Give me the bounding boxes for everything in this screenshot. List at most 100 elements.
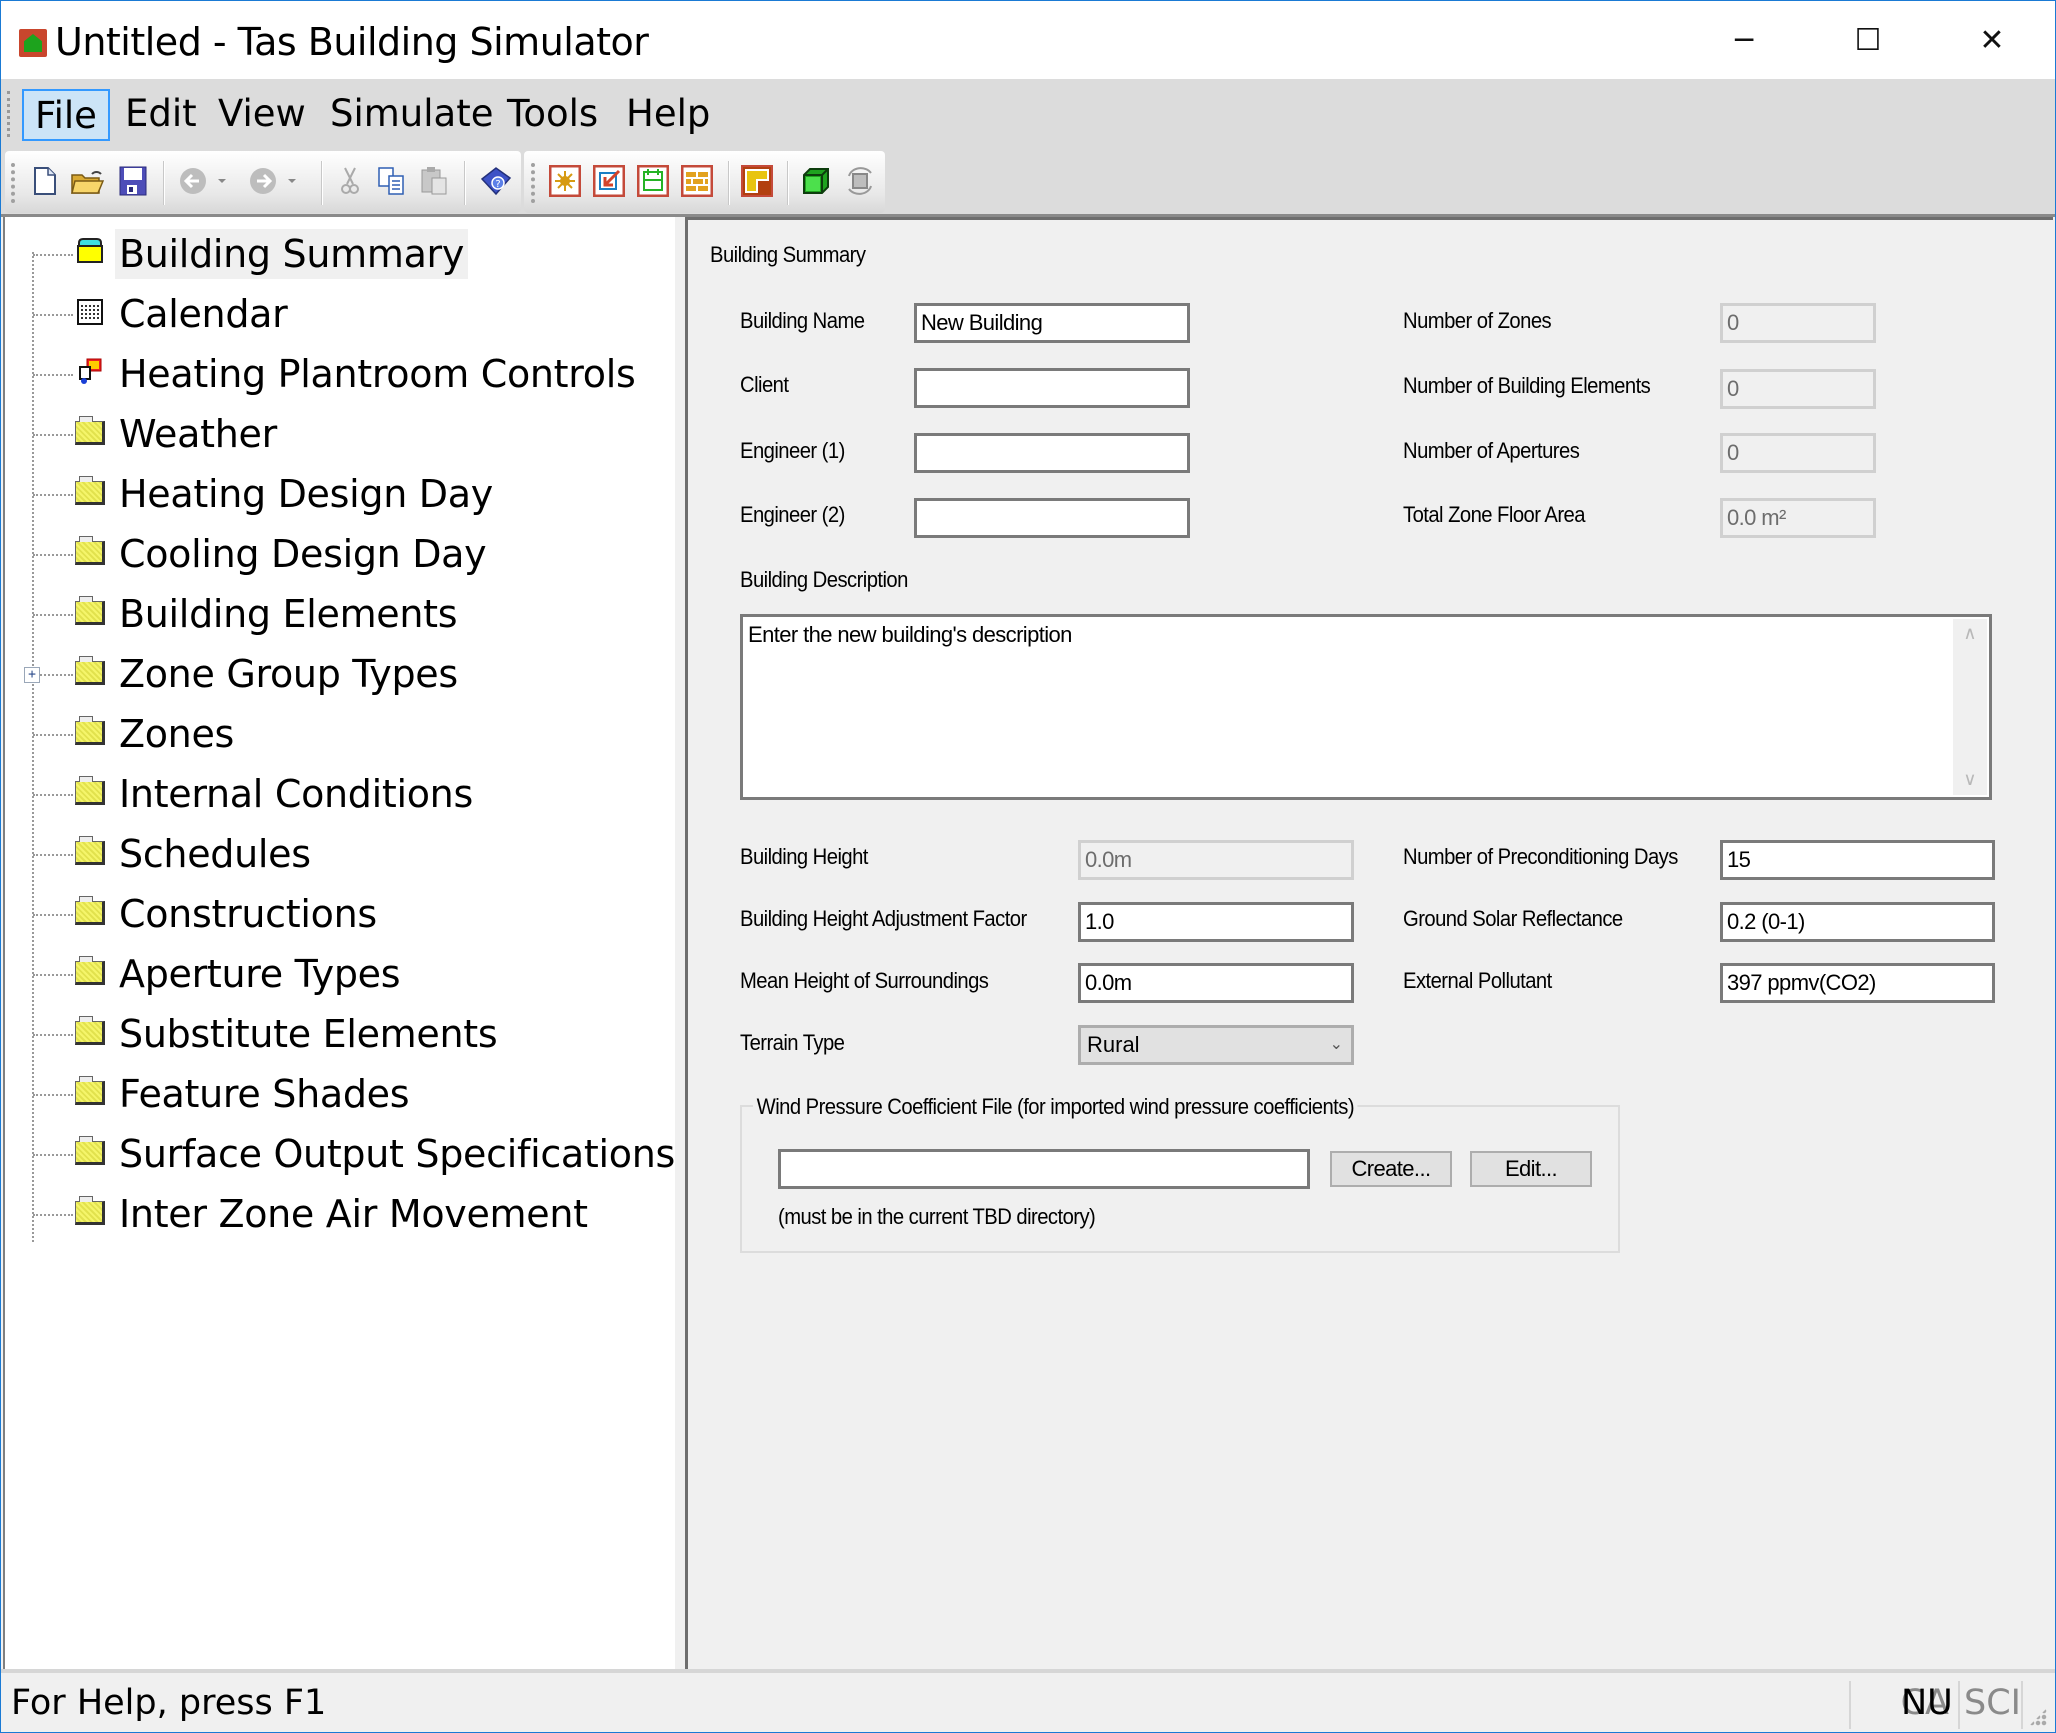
tree-item[interactable]: Building Elements — [5, 589, 665, 639]
save-button[interactable] — [114, 162, 152, 200]
tree-item-label: Heating Design Day — [119, 472, 493, 516]
chevron-down-icon: ⌄ — [1329, 1036, 1343, 1053]
scroll-lock-indicator: SCI — [1964, 1683, 2021, 1723]
menu-tools[interactable]: Tools — [496, 89, 609, 141]
folder-shape — [75, 776, 105, 805]
open-button[interactable] — [68, 162, 106, 200]
menu-help[interactable]: Help — [615, 89, 721, 141]
tree-item[interactable]: Surface Output Specifications — [5, 1129, 675, 1179]
cut-icon — [341, 167, 359, 194]
tree-item-label: Zone Group Types — [119, 652, 458, 696]
tree-item-label: Heating Plantroom Controls — [119, 352, 636, 396]
cut-button[interactable] — [331, 162, 369, 200]
tree-item[interactable]: Internal Conditions — [5, 769, 665, 819]
calendar-icon — [75, 297, 105, 327]
tree-item[interactable]: Aperture Types — [5, 949, 665, 999]
copy-button[interactable] — [373, 162, 411, 200]
menu-edit[interactable]: Edit — [114, 89, 208, 141]
resize-grip-icon[interactable] — [2029, 1708, 2047, 1726]
num-apertures-label: Number of Apertures — [1403, 438, 1580, 463]
toolbar-grip[interactable] — [531, 163, 539, 203]
app-icon — [19, 29, 47, 57]
tree-item[interactable]: Calendar — [5, 289, 665, 339]
constructions-icon — [681, 165, 713, 197]
new-file-button[interactable] — [26, 162, 64, 200]
description-text: Enter the new building's description — [748, 622, 1072, 647]
weather-button[interactable] — [546, 162, 584, 200]
engineer2-input[interactable] — [914, 498, 1190, 538]
ground-reflectance-input[interactable]: 0.2 (0-1) — [1720, 902, 1995, 942]
description-scrollbar[interactable]: ∧ ∨ — [1953, 619, 1987, 795]
menu-file[interactable]: File — [22, 89, 110, 141]
close-button[interactable]: ✕ — [1937, 11, 2047, 69]
tree-item[interactable]: Feature Shades — [5, 1069, 665, 1119]
wind-pressure-file-input[interactable] — [778, 1149, 1310, 1189]
paste-button[interactable] — [415, 162, 453, 200]
engineer1-label: Engineer (1) — [740, 438, 845, 463]
forward-button[interactable] — [247, 162, 305, 200]
menu-grip[interactable] — [7, 91, 14, 137]
external-pollutant-input[interactable]: 397 ppmv(CO2) — [1720, 963, 1995, 1003]
folder-icon — [75, 1196, 105, 1227]
tree-item[interactable]: Schedules — [5, 829, 665, 879]
3d-model-button[interactable] — [797, 162, 835, 200]
maximize-button[interactable]: ☐ — [1813, 11, 1923, 69]
tree-item[interactable]: Heating Design Day — [5, 469, 665, 519]
client-label: Client — [740, 372, 789, 397]
pane-splitter[interactable] — [675, 217, 685, 1669]
folder-shape — [75, 1196, 105, 1225]
tree-item[interactable]: Substitute Elements — [5, 1009, 665, 1059]
scroll-up-icon[interactable]: ∧ — [1953, 619, 1987, 649]
scroll-down-icon[interactable]: ∨ — [1953, 765, 1987, 795]
tree-item[interactable]: + Zone Group Types — [5, 649, 665, 699]
external-pollutant-label: External Pollutant — [1403, 968, 1552, 993]
toolbar-grip[interactable] — [11, 163, 19, 203]
tree-item[interactable]: Heating Plantroom Controls — [5, 349, 665, 399]
navigation-tree: Building Summary Calendar Heating Plantroo… — [3, 217, 675, 1669]
menu-simulate[interactable]: Simulate — [319, 89, 504, 141]
height-adjust-input[interactable]: 1.0 — [1078, 902, 1354, 942]
client-input[interactable] — [914, 368, 1190, 408]
tree-item[interactable]: Zones — [5, 709, 665, 759]
building-name-input[interactable]: New Building — [914, 303, 1190, 343]
import-button[interactable] — [590, 162, 628, 200]
folder-icon — [75, 716, 105, 747]
tree-item[interactable]: Weather — [5, 409, 665, 459]
floor-area-field: 0.0 m² — [1720, 498, 1876, 538]
back-button[interactable] — [177, 162, 235, 200]
toolbar-separator — [464, 161, 466, 205]
rotate-view-button[interactable] — [841, 162, 879, 200]
expand-icon[interactable]: + — [24, 667, 40, 683]
precond-days-input[interactable]: 15 — [1720, 840, 1995, 880]
folder-shape — [75, 1136, 105, 1165]
folder-icon — [75, 1016, 105, 1047]
constructions-button[interactable] — [678, 162, 716, 200]
calendar-button[interactable] — [634, 162, 672, 200]
terrain-select[interactable]: Rural ⌄ — [1078, 1025, 1354, 1065]
menu-view[interactable]: View — [207, 89, 317, 141]
building-name-label: Building Name — [740, 308, 865, 333]
tree-item[interactable]: Cooling Design Day — [5, 529, 665, 579]
rotate-view-icon — [848, 167, 872, 195]
tree-item[interactable]: Constructions — [5, 889, 665, 939]
tree-connector — [33, 1154, 73, 1156]
create-button[interactable]: Create... — [1330, 1151, 1452, 1187]
tree-connector — [33, 794, 73, 796]
3d-model-icon — [803, 168, 829, 194]
engineer1-input[interactable] — [914, 433, 1190, 473]
description-textarea[interactable]: Enter the new building's description ∧ ∨ — [740, 614, 1992, 800]
edit-button[interactable]: Edit... — [1470, 1151, 1592, 1187]
help-button[interactable]: ? — [477, 162, 515, 200]
folder-icon — [75, 836, 105, 867]
minimize-button[interactable]: ─ — [1689, 11, 1799, 69]
form-heading: Building Summary — [710, 242, 866, 267]
num-apertures-field: 0 — [1720, 433, 1876, 473]
mean-height-input[interactable]: 0.0m — [1078, 963, 1354, 1003]
tree-item[interactable]: Building Summary — [5, 229, 665, 279]
back-icon — [180, 168, 226, 194]
folder-shape — [75, 1076, 105, 1105]
tree-item[interactable]: Inter Zone Air Movement — [5, 1189, 665, 1239]
folder-shape — [75, 476, 105, 505]
folder-shape — [75, 836, 105, 865]
zone-shape-button[interactable] — [738, 162, 776, 200]
